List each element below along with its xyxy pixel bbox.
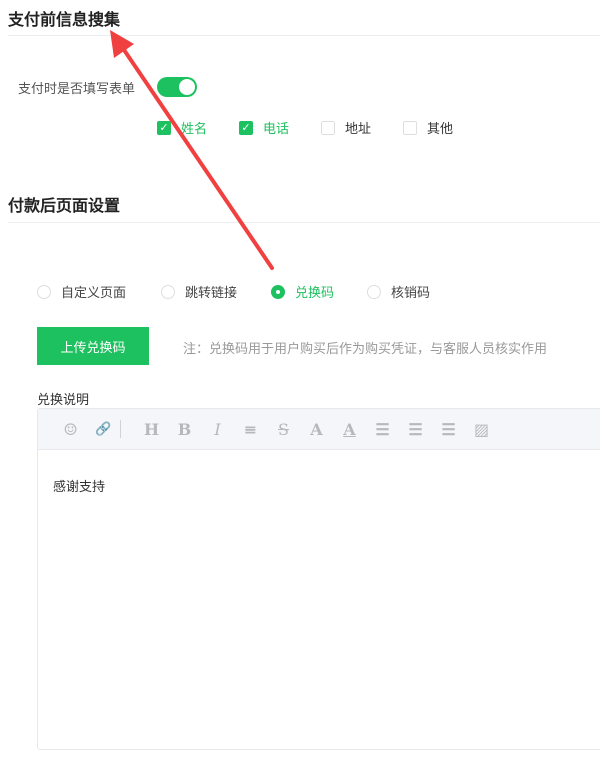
image-icon[interactable]: ▨ — [465, 420, 498, 439]
radio-circle — [37, 284, 51, 299]
checkbox-label: 地址 — [345, 122, 372, 137]
check-icon: ✓ — [157, 120, 171, 135]
italic-icon[interactable]: I — [201, 420, 234, 439]
checkbox-label: 电话 — [263, 122, 290, 137]
switch-knob — [179, 79, 195, 95]
radio-label: 自定义页面 — [61, 286, 127, 301]
check-icon: ✓ — [239, 120, 253, 135]
editor-label: 兑换说明 — [37, 393, 90, 408]
radio-circle — [161, 284, 175, 299]
indent-icon[interactable]: ☰ — [432, 420, 465, 439]
form-toggle-switch[interactable] — [157, 77, 197, 97]
checkbox-name[interactable]: ✓ 姓名 — [157, 118, 207, 137]
background-color-icon[interactable]: A — [333, 420, 366, 439]
toolbar-separator — [120, 420, 121, 438]
radio-circle — [271, 284, 285, 299]
upload-code-button[interactable]: 上传兑换码 — [37, 327, 149, 365]
heading-icon[interactable]: H — [135, 420, 168, 439]
divider — [8, 222, 600, 223]
radio-redeem-code[interactable]: 兑换码 — [271, 282, 334, 301]
unordered-list-icon[interactable]: ☰ — [399, 420, 432, 439]
radio-circle — [367, 284, 381, 299]
bold-icon[interactable]: B — [168, 420, 201, 439]
radio-label: 跳转链接 — [185, 286, 238, 301]
ordered-list-icon[interactable]: ☰ — [366, 420, 399, 439]
checkbox-box — [321, 120, 335, 135]
checkbox-box — [403, 120, 417, 135]
strikethrough-icon[interactable]: S — [267, 420, 300, 439]
section-title-post-payment: 付款后页面设置 — [8, 196, 121, 215]
link-icon[interactable]: 🔗 — [87, 422, 120, 437]
align-icon[interactable]: ≡ — [234, 420, 267, 439]
editor-toolbar: ☺ 🔗 H B I ≡ S A A ☰ ☰ ☰ ▨ — [38, 409, 600, 450]
font-color-icon[interactable]: A — [300, 420, 333, 439]
checkbox-other[interactable]: 其他 — [403, 118, 453, 137]
checkbox-label: 姓名 — [181, 122, 208, 137]
radio-label: 兑换码 — [295, 286, 335, 301]
section-title-pre-payment: 支付前信息搜集 — [8, 10, 121, 29]
radio-verify-code[interactable]: 核销码 — [367, 282, 430, 301]
form-toggle-label: 支付时是否填写表单 — [18, 82, 136, 97]
radio-redirect-link[interactable]: 跳转链接 — [161, 282, 237, 301]
editor-content[interactable]: 感谢支持 — [38, 450, 600, 521]
radio-custom-page[interactable]: 自定义页面 — [37, 282, 126, 301]
checkbox-label: 其他 — [427, 122, 454, 137]
rich-text-editor: ☺ 🔗 H B I ≡ S A A ☰ ☰ ☰ ▨ 感谢支持 — [37, 408, 600, 750]
emoji-icon[interactable]: ☺ — [54, 420, 87, 439]
checkbox-address[interactable]: 地址 — [321, 118, 371, 137]
radio-label: 核销码 — [391, 286, 431, 301]
divider — [8, 35, 600, 36]
checkbox-phone[interactable]: ✓ 电话 — [239, 118, 289, 137]
upload-note: 注：兑换码用于用户购买后作为购买凭证，与客服人员核实作用 — [183, 342, 548, 357]
